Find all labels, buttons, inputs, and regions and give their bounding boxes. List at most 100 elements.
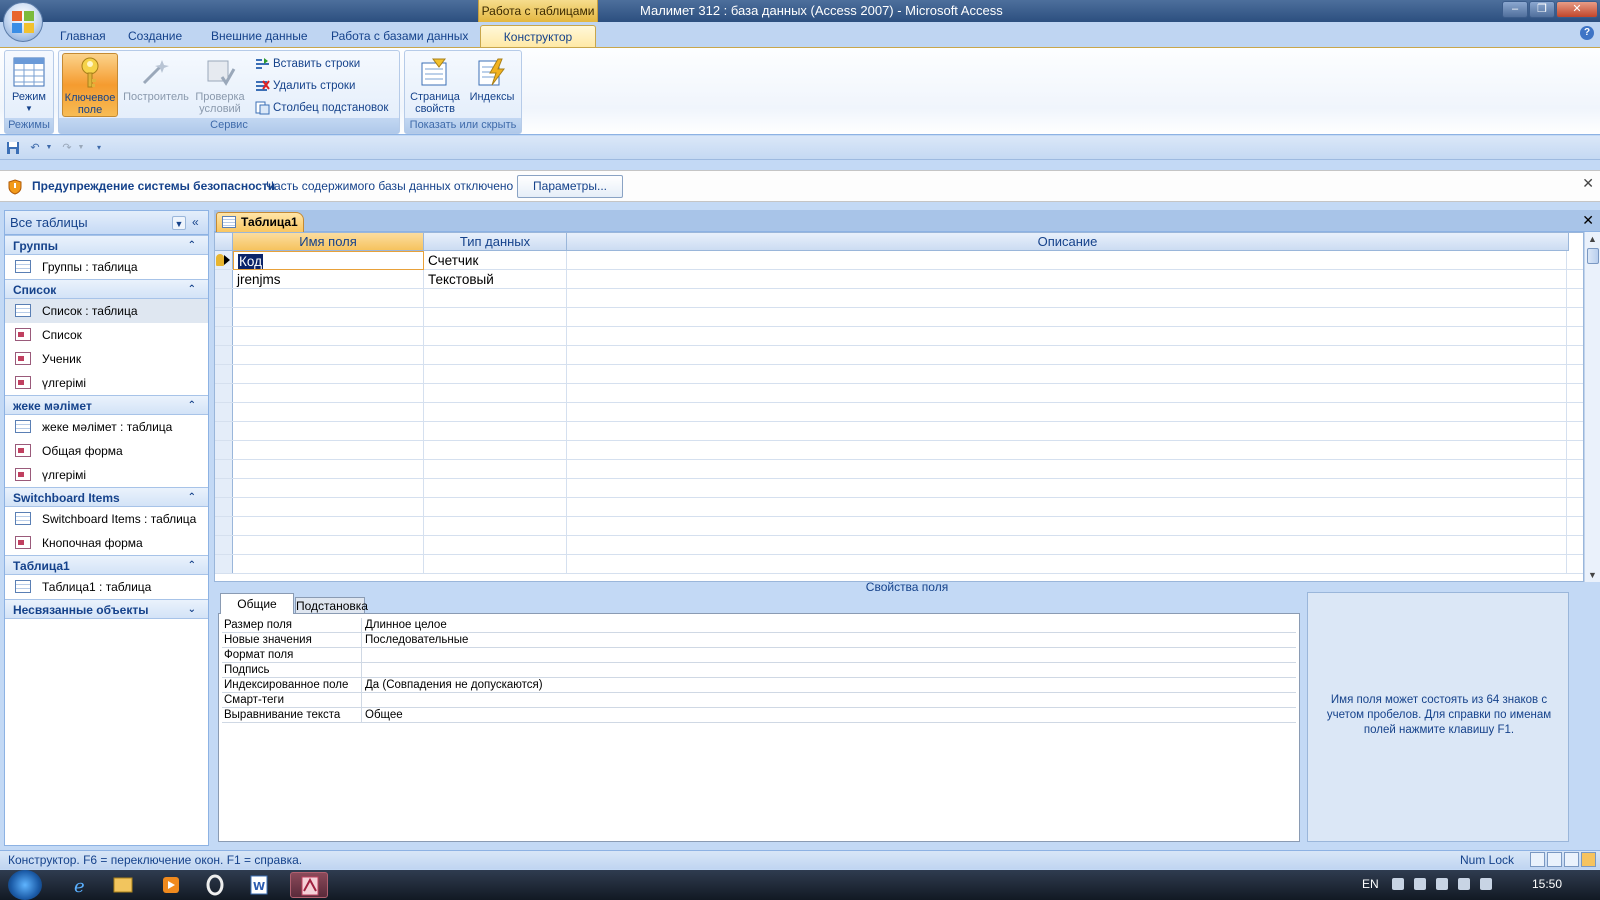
- collapse-group-icon[interactable]: ⌃: [188, 236, 196, 256]
- row-selector[interactable]: [215, 422, 233, 440]
- row-selector[interactable]: [215, 270, 233, 288]
- property-row[interactable]: Размер поля Длинное целое: [222, 618, 1296, 633]
- field-name-cell[interactable]: [233, 479, 424, 498]
- tab-create[interactable]: Создание: [122, 25, 188, 47]
- nav-group-header[interactable]: жеке мәлімет ⌃: [5, 395, 208, 415]
- row-selector[interactable]: [215, 327, 233, 345]
- data-type-cell[interactable]: [424, 403, 567, 422]
- field-name-cell[interactable]: [233, 422, 424, 441]
- tray-app-icon[interactable]: [1414, 878, 1426, 890]
- primary-key-button[interactable]: Ключевое поле: [62, 53, 118, 117]
- restore-button[interactable]: ❐: [1529, 1, 1555, 18]
- description-cell[interactable]: [567, 308, 1567, 327]
- start-button-icon[interactable]: [8, 870, 42, 900]
- table-row[interactable]: [215, 384, 1583, 403]
- property-value[interactable]: [362, 693, 365, 707]
- column-header-field-name[interactable]: Имя поля: [233, 233, 424, 251]
- row-selector[interactable]: [215, 441, 233, 459]
- row-selector[interactable]: [215, 365, 233, 383]
- save-icon[interactable]: [6, 141, 20, 155]
- field-name-cell[interactable]: [233, 384, 424, 403]
- description-cell[interactable]: [567, 479, 1567, 498]
- property-row[interactable]: Новые значения Последовательные: [222, 633, 1296, 648]
- office-button[interactable]: [3, 2, 43, 42]
- design-grid-scrollbar[interactable]: ▲ ▼: [1584, 232, 1600, 582]
- table-row[interactable]: [215, 365, 1583, 384]
- field-name-cell[interactable]: [233, 308, 424, 327]
- pivot-table-view-icon[interactable]: [1547, 852, 1562, 867]
- select-all-corner[interactable]: [215, 233, 233, 251]
- column-header-data-type[interactable]: Тип данных: [424, 233, 567, 251]
- scroll-down-icon[interactable]: ▼: [1588, 570, 1597, 580]
- props-tab-general[interactable]: Общие: [220, 593, 294, 614]
- property-row[interactable]: Подпись: [222, 663, 1296, 678]
- nav-item[interactable]: Switchboard Items : таблица: [5, 507, 208, 531]
- description-cell[interactable]: [567, 365, 1567, 384]
- row-selector[interactable]: [215, 460, 233, 478]
- field-name-cell[interactable]: [233, 327, 424, 346]
- description-cell[interactable]: [567, 460, 1567, 479]
- description-cell[interactable]: [567, 251, 1567, 270]
- data-type-cell[interactable]: [424, 441, 567, 460]
- nav-pane-menu-icon[interactable]: ▼: [172, 216, 186, 230]
- nav-pane-collapse-icon[interactable]: «: [192, 215, 199, 229]
- security-options-button[interactable]: Параметры...: [517, 175, 623, 198]
- data-type-cell[interactable]: [424, 384, 567, 403]
- property-row[interactable]: Выравнивание текста Общее: [222, 708, 1296, 723]
- description-cell[interactable]: [567, 555, 1567, 574]
- table-row[interactable]: Код Счетчик: [215, 251, 1583, 270]
- collapse-group-icon[interactable]: ⌃: [188, 556, 196, 576]
- description-cell[interactable]: [567, 289, 1567, 308]
- row-selector[interactable]: [215, 384, 233, 402]
- nav-group-header[interactable]: Несвязанные объекты ⌄: [5, 599, 208, 619]
- nav-item[interactable]: Ученик: [5, 347, 208, 371]
- nav-group-header[interactable]: Группы ⌃: [5, 235, 208, 255]
- data-type-cell[interactable]: [424, 346, 567, 365]
- table-row[interactable]: [215, 517, 1583, 536]
- datasheet-view-icon[interactable]: [1530, 852, 1545, 867]
- row-selector[interactable]: [215, 403, 233, 421]
- row-selector[interactable]: [215, 251, 233, 269]
- column-header-description[interactable]: Описание: [567, 233, 1569, 251]
- property-value[interactable]: Последовательные: [362, 633, 468, 647]
- word-taskbar-icon[interactable]: W: [240, 872, 278, 898]
- data-type-cell[interactable]: [424, 422, 567, 441]
- tab-design[interactable]: Конструктор: [480, 25, 596, 47]
- description-cell[interactable]: [567, 384, 1567, 403]
- row-selector[interactable]: [215, 346, 233, 364]
- redo-icon[interactable]: ↷: [60, 141, 74, 155]
- property-row[interactable]: Смарт-теги: [222, 693, 1296, 708]
- data-type-cell[interactable]: Счетчик: [424, 251, 567, 270]
- pivot-chart-view-icon[interactable]: [1564, 852, 1579, 867]
- description-cell[interactable]: [567, 270, 1567, 289]
- data-type-cell[interactable]: [424, 308, 567, 327]
- field-name-cell[interactable]: [233, 403, 424, 422]
- description-cell[interactable]: [567, 346, 1567, 365]
- description-cell[interactable]: [567, 441, 1567, 460]
- tab-home[interactable]: Главная: [54, 25, 112, 47]
- ie-taskbar-icon[interactable]: e: [62, 872, 100, 898]
- data-type-cell[interactable]: [424, 536, 567, 555]
- table-row[interactable]: [215, 289, 1583, 308]
- field-name-cell[interactable]: [233, 289, 424, 308]
- description-cell[interactable]: [567, 327, 1567, 346]
- explorer-taskbar-icon[interactable]: [104, 872, 142, 898]
- table-row[interactable]: [215, 479, 1583, 498]
- data-type-cell[interactable]: [424, 479, 567, 498]
- field-name-cell[interactable]: [233, 346, 424, 365]
- property-value[interactable]: Длинное целое: [362, 618, 447, 632]
- close-button[interactable]: ✕: [1556, 1, 1598, 18]
- row-selector[interactable]: [215, 479, 233, 497]
- builder-button[interactable]: Построитель: [121, 53, 191, 117]
- property-sheet-button[interactable]: Страница свойств: [407, 53, 463, 117]
- row-selector[interactable]: [215, 536, 233, 554]
- data-type-cell[interactable]: [424, 289, 567, 308]
- tray-expand-icon[interactable]: [1392, 878, 1404, 890]
- field-name-cell[interactable]: Код: [233, 251, 424, 270]
- property-value[interactable]: [362, 663, 365, 677]
- data-type-cell[interactable]: [424, 555, 567, 574]
- clock[interactable]: 15:50: [1532, 877, 1562, 891]
- data-type-cell[interactable]: [424, 460, 567, 479]
- nav-item[interactable]: үлгерімі: [5, 371, 208, 395]
- language-indicator[interactable]: EN: [1362, 877, 1379, 891]
